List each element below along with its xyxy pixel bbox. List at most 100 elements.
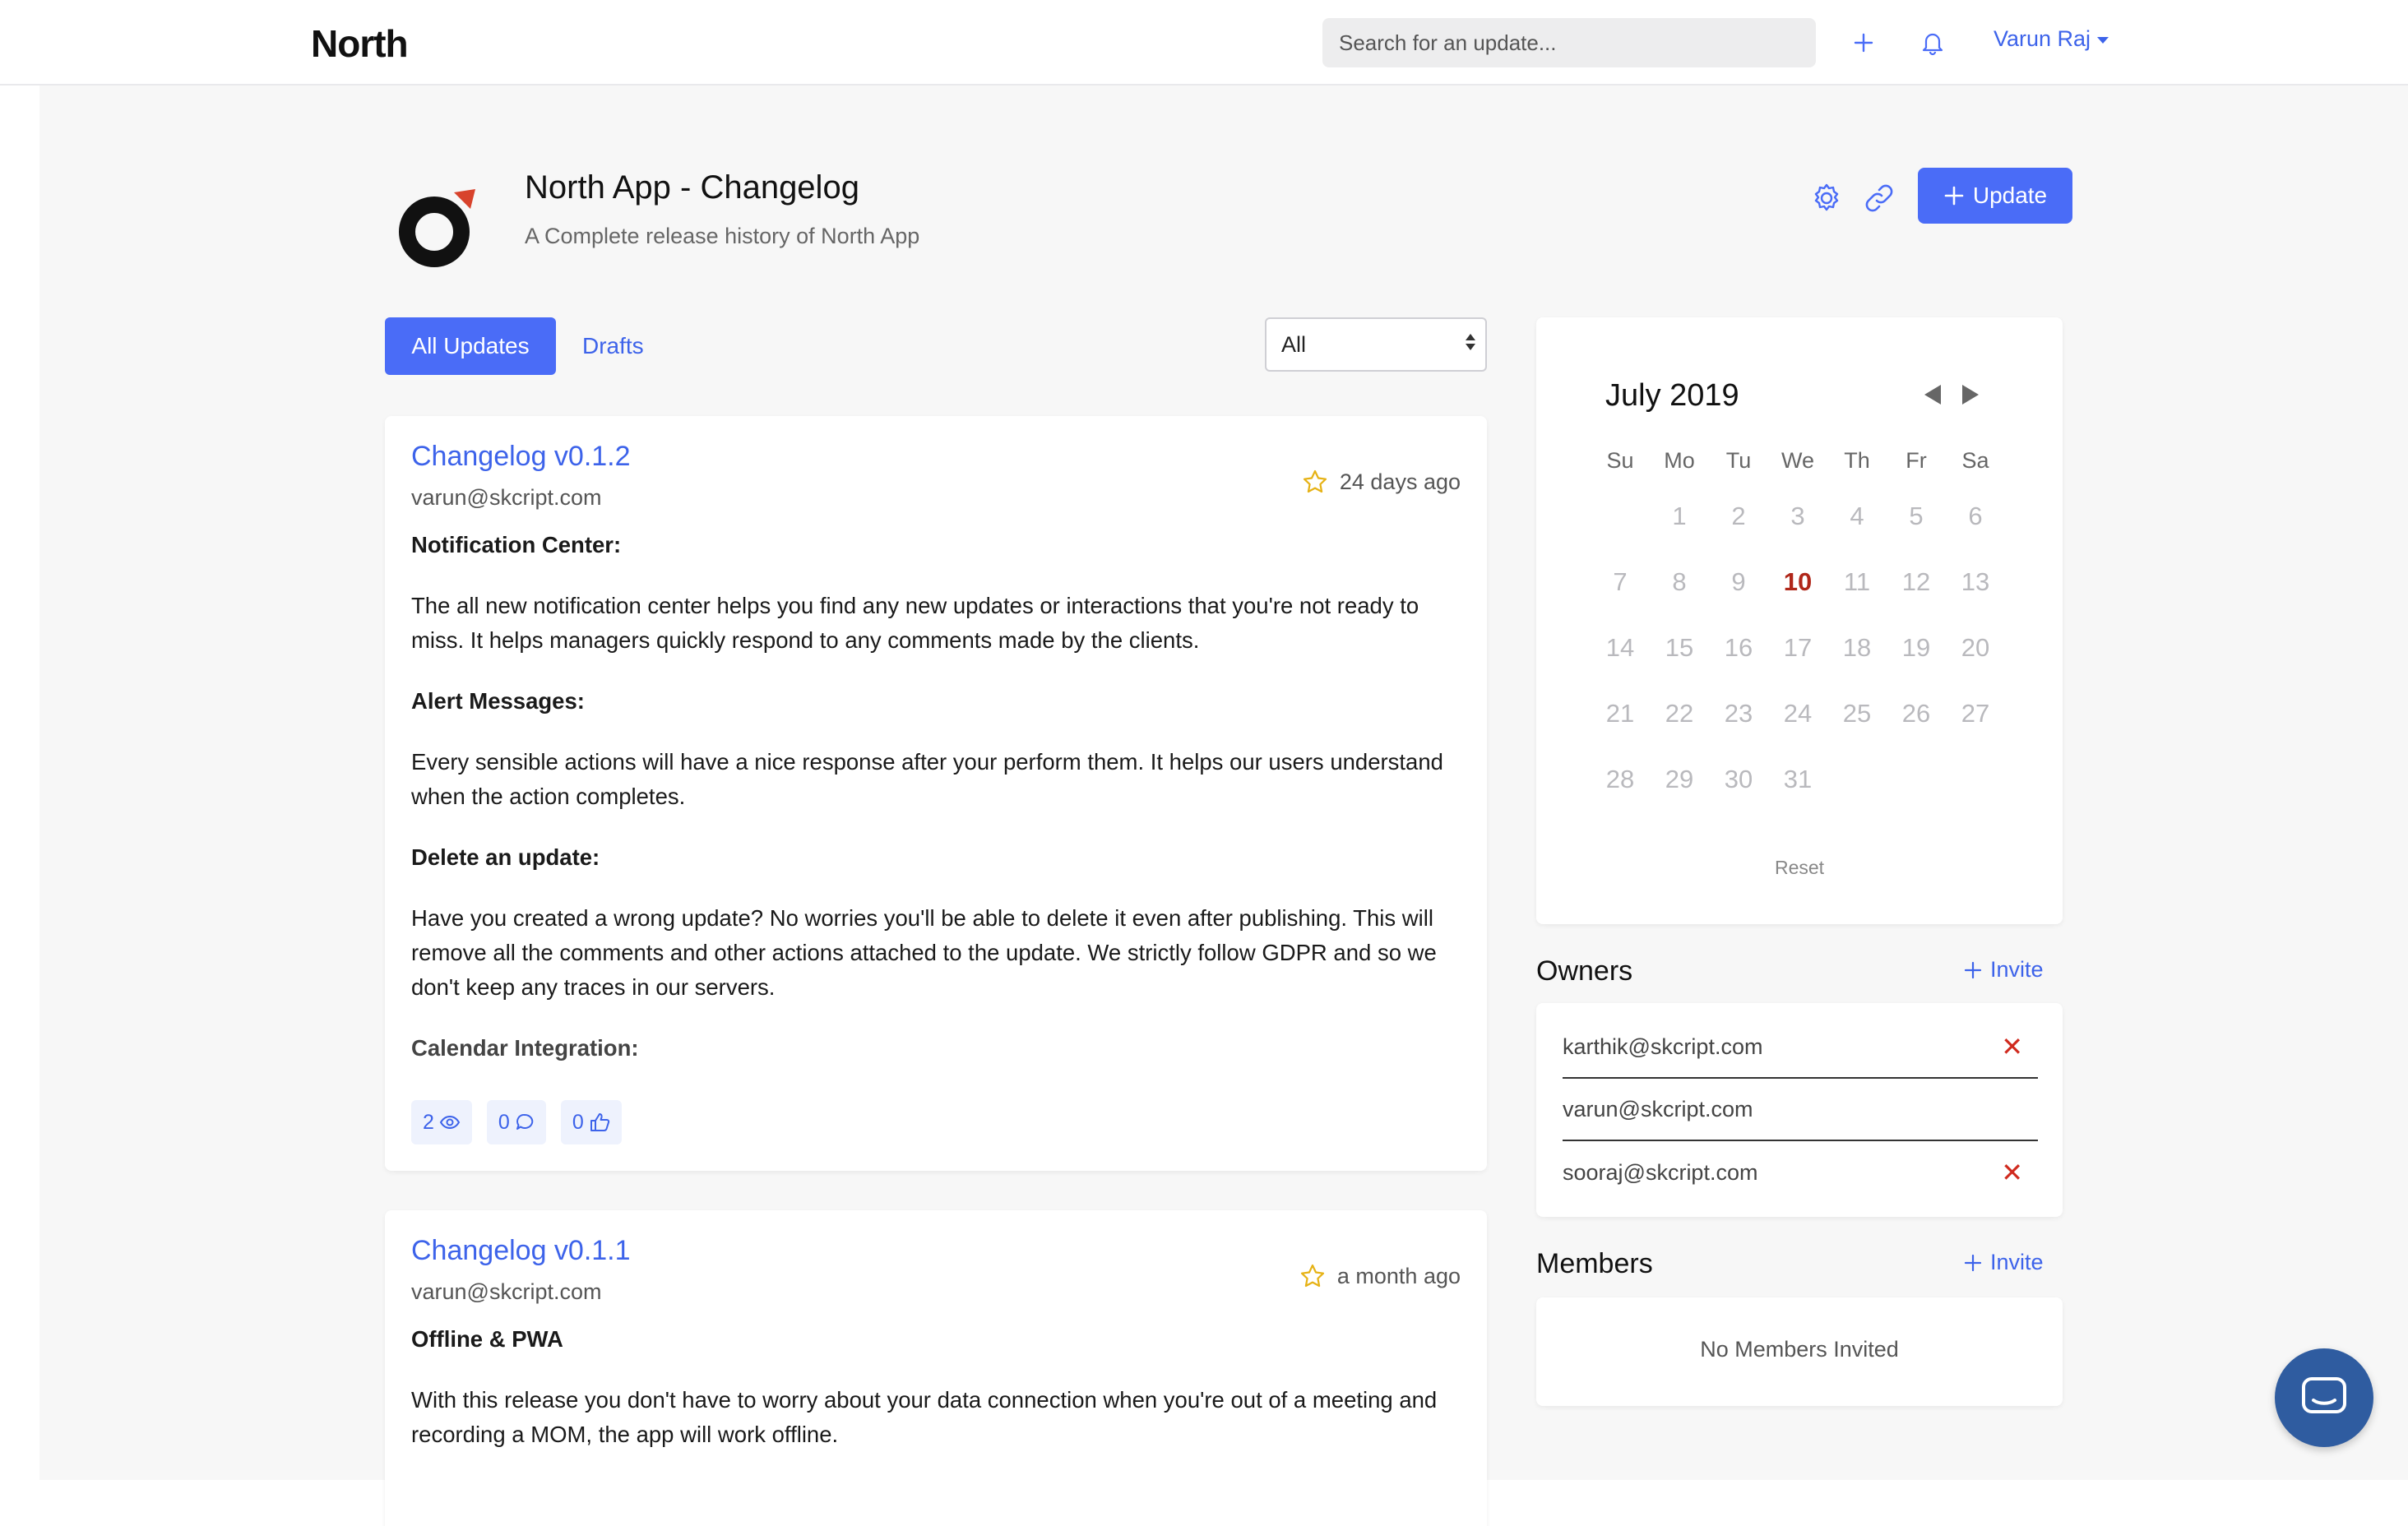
content-paragraph: Have you created a wrong update? No worr…: [411, 905, 1437, 1000]
calendar-day[interactable]: 31: [1768, 747, 1827, 812]
user-menu[interactable]: Varun Raj: [1994, 26, 2109, 52]
update-button-label: Update: [1972, 183, 2048, 208]
content-paragraph: The all new notification center helps yo…: [411, 593, 1419, 653]
next-month-icon[interactable]: [1962, 385, 1979, 405]
calendar-week: 14 15 16 17 18 19 20: [1591, 615, 2005, 681]
calendar-day[interactable]: 7: [1591, 549, 1650, 615]
star-icon[interactable]: [1302, 469, 1328, 495]
content-heading: Offline & PWA: [411, 1326, 563, 1352]
calendar-day[interactable]: 15: [1650, 615, 1709, 681]
weekday-label: Th: [1844, 448, 1870, 473]
project-logo: [395, 189, 485, 271]
update-title[interactable]: Changelog v0.1.2: [411, 441, 631, 473]
update-title[interactable]: Changelog v0.1.1: [411, 1235, 631, 1267]
content-paragraph: Every sensible actions will have a nice …: [411, 749, 1443, 809]
invite-owner-button[interactable]: Invite: [1964, 957, 2044, 983]
calendar-reset-button[interactable]: Reset: [1536, 857, 2063, 879]
owner-item: varun@skcript.com: [1563, 1079, 2038, 1141]
likes-stat[interactable]: 0: [560, 1100, 622, 1144]
calendar-day[interactable]: 4: [1827, 483, 1887, 549]
calendar-day[interactable]: 12: [1887, 549, 1946, 615]
views-stat[interactable]: 2: [411, 1100, 472, 1144]
calendar-day[interactable]: 23: [1709, 681, 1768, 747]
calendar-week: 7 8 9 10 11 12 13: [1591, 549, 2005, 615]
weekday-label: Sa: [1961, 448, 1989, 473]
plus-icon: [1964, 1254, 1982, 1271]
search-placeholder: Search for an update...: [1339, 30, 1557, 55]
views-count: 2: [423, 1110, 434, 1134]
update-stats: 2 0 0: [411, 1100, 622, 1144]
invite-label: Invite: [1990, 1250, 2044, 1274]
owner-email: sooraj@skcript.com: [1563, 1159, 1758, 1185]
bell-icon[interactable]: [1915, 25, 1951, 61]
calendar-day[interactable]: 2: [1709, 483, 1768, 549]
owner-email: varun@skcript.com: [1563, 1096, 1753, 1121]
thumbs-up-icon: [590, 1113, 609, 1131]
chat-launcher-button[interactable]: [2275, 1348, 2373, 1447]
calendar-day[interactable]: 24: [1768, 681, 1827, 747]
link-icon[interactable]: [1860, 179, 1898, 217]
invite-label: Invite: [1990, 957, 2044, 982]
update-time: 24 days ago: [1339, 469, 1461, 494]
calendar-day[interactable]: 22: [1650, 681, 1709, 747]
content-heading: Alert Messages:: [411, 688, 585, 714]
update-meta: a month ago: [1299, 1263, 1461, 1289]
calendar-widget: July 2019 Su Mo Tu We Th Fr Sa 123456789…: [1536, 317, 2063, 924]
calendar-day[interactable]: 9: [1709, 549, 1768, 615]
calendar-day[interactable]: 5: [1887, 483, 1946, 549]
page-subtitle: A Complete release history of North App: [525, 224, 920, 248]
update-author: varun@skcript.com: [411, 1279, 602, 1304]
app-logo[interactable]: North: [311, 21, 409, 66]
calendar-day[interactable]: 6: [1946, 483, 2005, 549]
invite-member-button[interactable]: Invite: [1964, 1250, 2044, 1275]
calendar-day[interactable]: 14: [1591, 615, 1650, 681]
calendar-empty-cell: [1827, 747, 1887, 812]
calendar-day[interactable]: 28: [1591, 747, 1650, 812]
update-card: Changelog v0.1.2 varun@skcript.com 24 da…: [385, 416, 1487, 1171]
plus-icon: [1944, 186, 1964, 206]
calendar-day[interactable]: 30: [1709, 747, 1768, 812]
calendar-day[interactable]: 17: [1768, 615, 1827, 681]
calendar-day[interactable]: 1: [1650, 483, 1709, 549]
calendar-day[interactable]: 8: [1650, 549, 1709, 615]
calendar-day[interactable]: 20: [1946, 615, 2005, 681]
tab-label: Drafts: [582, 333, 644, 358]
star-icon[interactable]: [1299, 1263, 1326, 1289]
gear-icon[interactable]: [1808, 179, 1845, 217]
comments-stat[interactable]: 0: [486, 1100, 546, 1144]
plus-icon[interactable]: [1845, 25, 1882, 61]
calendar-empty-cell: [1946, 747, 2005, 812]
update-button[interactable]: Update: [1918, 168, 2072, 224]
calendar-day[interactable]: 29: [1650, 747, 1709, 812]
tab-all-updates[interactable]: All Updates: [385, 317, 556, 375]
logo-text: North: [311, 22, 409, 65]
calendar-day[interactable]: 19: [1887, 615, 1946, 681]
content-paragraph: With this release you don't have to worr…: [411, 1387, 1438, 1447]
tab-drafts[interactable]: Drafts: [582, 317, 644, 375]
calendar-day[interactable]: 13: [1946, 549, 2005, 615]
calendar-day[interactable]: 11: [1827, 549, 1887, 615]
close-icon[interactable]: ✕: [2001, 1031, 2023, 1062]
calendar-day[interactable]: 21: [1591, 681, 1650, 747]
calendar-day[interactable]: 25: [1827, 681, 1887, 747]
calendar-week: 123456: [1591, 483, 2005, 549]
calendar-day[interactable]: 3: [1768, 483, 1827, 549]
calendar-weekdays: Su Mo Tu We Th Fr Sa: [1591, 437, 2005, 483]
calendar-nav: [1924, 385, 1979, 405]
calendar-day[interactable]: 18: [1827, 615, 1887, 681]
prev-month-icon[interactable]: [1924, 385, 1941, 405]
owners-list: karthik@skcript.com ✕ varun@skcript.com …: [1536, 1003, 2063, 1217]
calendar-day[interactable]: 16: [1709, 615, 1768, 681]
update-content: Offline & PWA With this release you don'…: [411, 1322, 1464, 1478]
search-input[interactable]: Search for an update...: [1322, 18, 1816, 67]
weekday-label: Mo: [1664, 448, 1695, 473]
calendar-day[interactable]: 27: [1946, 681, 2005, 747]
close-icon[interactable]: ✕: [2001, 1157, 2023, 1188]
calendar-day[interactable]: 26: [1887, 681, 1946, 747]
update-author: varun@skcript.com: [411, 485, 602, 510]
update-meta: 24 days ago: [1302, 469, 1461, 495]
filter-selected-value: All: [1281, 331, 1307, 357]
chevron-down-icon: [2097, 36, 2109, 44]
calendar-day[interactable]: 10: [1768, 549, 1827, 615]
filter-select[interactable]: All: [1265, 317, 1487, 372]
